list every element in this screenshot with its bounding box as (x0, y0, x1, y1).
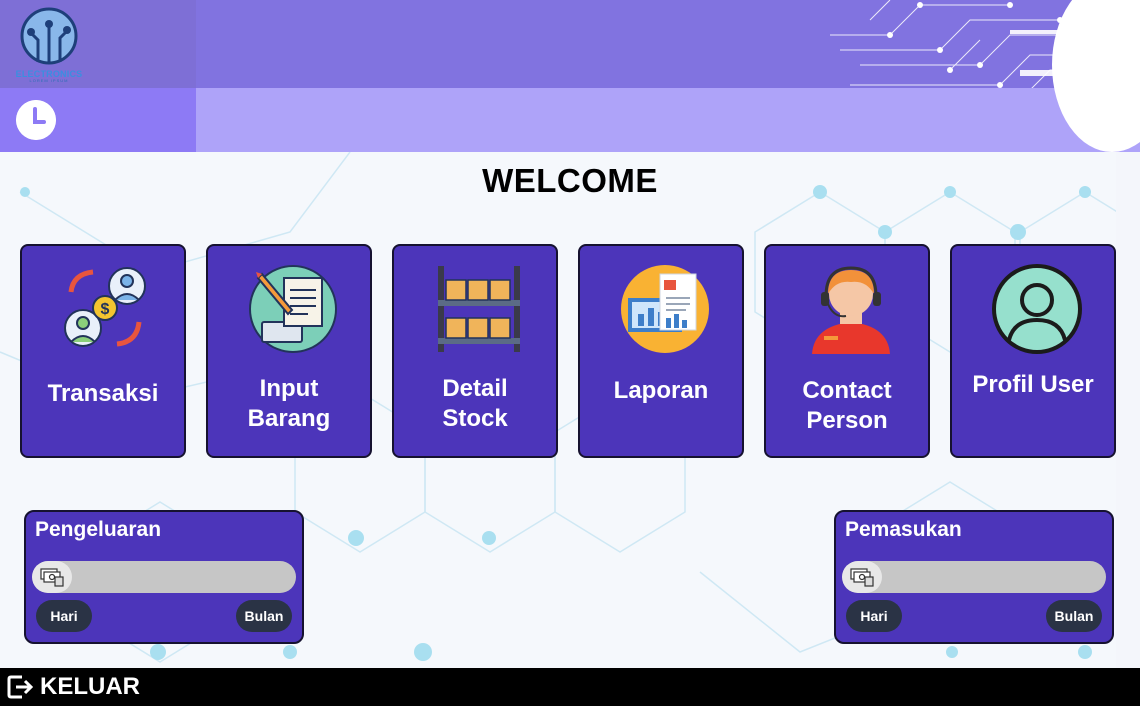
income-title: Pemasukan (845, 518, 962, 541)
footer-bar: KELUAR (0, 668, 1140, 706)
income-progress-bar (842, 561, 1106, 593)
menu-card-laporan[interactable]: Laporan (578, 244, 744, 458)
menu-card-profil-user[interactable]: Profil User (950, 244, 1116, 458)
user-profile-icon (992, 264, 1082, 354)
income-month-button[interactable]: Bulan (1046, 600, 1102, 632)
report-icon (621, 265, 709, 353)
menu-card-detail-stock[interactable]: Detail Stock (392, 244, 558, 458)
transaction-icon: $ (64, 267, 146, 347)
electronics-logo-icon (20, 7, 78, 65)
input-document-icon (249, 265, 337, 353)
header-band (196, 0, 1140, 88)
menu-card-input-barang[interactable]: Input Barang (206, 244, 372, 458)
expenses-day-button[interactable]: Hari (36, 600, 92, 632)
expenses-panel: Pengeluaran Hari Bulan (24, 510, 304, 644)
expenses-progress-bar (32, 561, 296, 593)
expenses-month-button[interactable]: Bulan (236, 600, 292, 632)
money-icon (850, 568, 874, 587)
clock-icon[interactable] (16, 100, 56, 140)
logo-panel: ELECTRONICS LOREM IPSUM (0, 0, 196, 88)
menu-card-transaksi[interactable]: $ Transaksi (20, 244, 186, 458)
menu-label-input-barang: Input Barang (247, 375, 331, 432)
menu-label-detail-stock: Detail Stock (442, 375, 508, 432)
logout-button[interactable]: KELUAR (6, 671, 140, 703)
customer-service-icon (812, 266, 890, 354)
header-sub-band (196, 88, 1140, 152)
logout-label: KELUAR (40, 673, 140, 700)
welcome-title: WELCOME (482, 162, 658, 199)
income-panel: Pemasukan Hari Bulan (834, 510, 1114, 644)
svg-text:$: $ (101, 301, 110, 318)
menu-label-contact-person: Contact Person (802, 377, 892, 434)
menu-label-profil-user: Profil User (972, 371, 1094, 398)
menu-label-transaksi: Transaksi (47, 380, 159, 407)
money-icon (40, 568, 64, 587)
expenses-title: Pengeluaran (35, 518, 162, 541)
income-day-button[interactable]: Hari (846, 600, 902, 632)
brand-tagline: LOREM IPSUM (29, 78, 69, 83)
menu-card-contact-person[interactable]: Contact Person (764, 244, 930, 458)
warehouse-shelf-icon (438, 266, 520, 352)
menu-label-laporan: Laporan (613, 377, 709, 404)
logout-icon (7, 675, 34, 699)
